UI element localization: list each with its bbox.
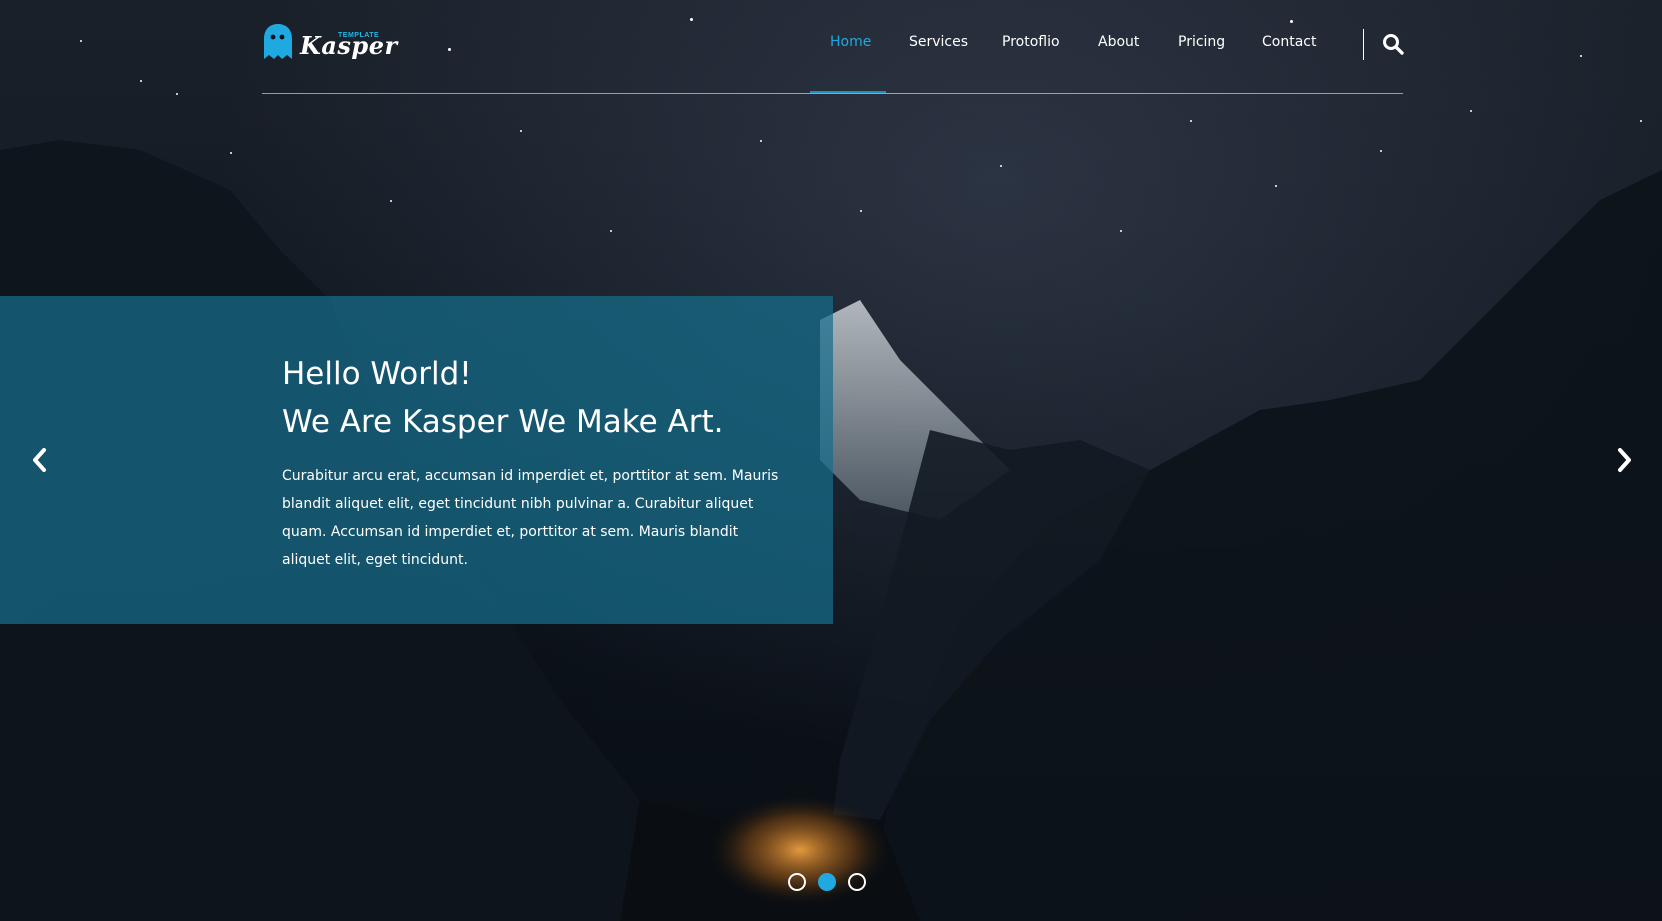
chevron-left-icon (33, 448, 46, 472)
nav-link-services[interactable]: Services (909, 34, 968, 50)
search-icon (1383, 34, 1404, 55)
star (1380, 150, 1382, 152)
nav-link-pricing[interactable]: Pricing (1178, 34, 1225, 50)
nav-link-portfolio[interactable]: Protoflio (1002, 34, 1060, 50)
star (860, 210, 862, 212)
nav-link-about[interactable]: About (1098, 34, 1139, 50)
nav-link-contact[interactable]: Contact (1262, 34, 1316, 50)
star (1190, 120, 1192, 122)
site-header: TEMPLATE Kasper Home Services Protoflio … (262, 0, 1405, 94)
hero-section: TEMPLATE Kasper Home Services Protoflio … (0, 0, 1662, 921)
slider-bullet-1[interactable] (788, 873, 806, 891)
active-nav-indicator (810, 91, 886, 93)
star (1470, 110, 1472, 112)
slider-bullet-2[interactable] (818, 873, 836, 891)
star (140, 80, 142, 82)
slider-prev-button[interactable] (28, 446, 52, 474)
logo[interactable]: TEMPLATE Kasper (262, 21, 397, 65)
slide-heading-line1: Hello World! (282, 356, 472, 392)
nav-divider (1363, 29, 1364, 60)
slide-caption-box (0, 296, 833, 624)
star (80, 40, 82, 42)
ghost-icon (264, 24, 292, 59)
star (230, 152, 232, 154)
star (520, 130, 522, 132)
star (1275, 185, 1277, 187)
slide-description: Curabitur arcu erat, accumsan id imperdi… (282, 468, 779, 568)
search-button[interactable] (1381, 32, 1405, 56)
star (1120, 230, 1122, 232)
slide-heading-line2: We Are Kasper We Make Art. (282, 404, 724, 440)
star (1580, 55, 1582, 57)
slider-next-button[interactable] (1612, 446, 1636, 474)
logo-wordmark: Kasper (300, 31, 398, 60)
chevron-right-icon (1618, 448, 1631, 472)
star (1640, 120, 1642, 122)
star (610, 230, 612, 232)
nav-link-home[interactable]: Home (830, 34, 871, 50)
star (390, 200, 392, 202)
slide-heading: Hello World! We Are Kasper We Make Art. (282, 350, 723, 446)
star (1000, 165, 1002, 167)
star (760, 140, 762, 142)
slider-bullet-3[interactable] (848, 873, 866, 891)
star (176, 93, 178, 95)
